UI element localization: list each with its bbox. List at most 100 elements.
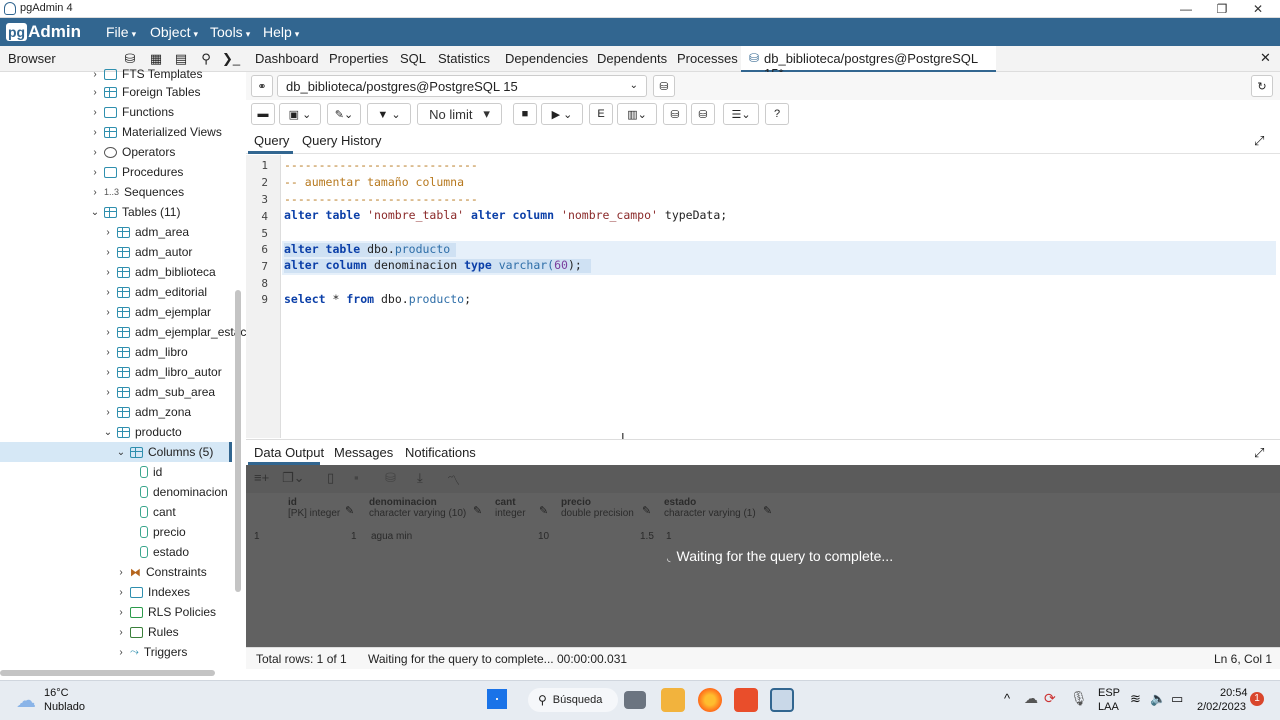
edit-pencil-icon[interactable]: ✎: [345, 504, 354, 517]
tree-item-functions[interactable]: › Functions: [88, 102, 174, 122]
tree-item-columns[interactable]: ⌄ Columns (5): [114, 442, 214, 462]
maximize-button[interactable]: ❐: [1204, 0, 1240, 18]
app-icon[interactable]: [734, 688, 758, 712]
sync-icon[interactable]: ⟳: [1044, 690, 1056, 707]
explain-icon[interactable]: E: [589, 103, 613, 125]
cell-estado[interactable]: 1: [666, 531, 672, 542]
tree-item-table[interactable]: › adm_libro: [101, 342, 187, 362]
tab-properties[interactable]: Properties: [329, 51, 388, 66]
delete-icon[interactable]: ▪: [354, 470, 359, 485]
pgadmin-taskbar-icon[interactable]: [770, 688, 794, 712]
tree-item-sequences[interactable]: › 1..3 Sequences: [88, 182, 184, 202]
onedrive-icon[interactable]: ☁: [1024, 690, 1038, 707]
tree-item-table[interactable]: › adm_biblioteca: [101, 262, 215, 282]
column-header-denominacion[interactable]: denominacion character varying (10): [369, 497, 466, 519]
volume-icon[interactable]: 🔈: [1150, 691, 1166, 707]
close-tab-icon[interactable]: ✕: [1260, 50, 1271, 66]
tree-item-table[interactable]: › adm_ejemplar_estac: [101, 322, 246, 342]
tab-processes[interactable]: Processes: [677, 51, 738, 66]
cell-id[interactable]: 1: [351, 531, 357, 542]
tree-item-rls-policies[interactable]: › RLS Policies: [114, 602, 216, 622]
tree-item-fts-templates[interactable]: › FTS Templates: [88, 64, 202, 84]
tree-item-column[interactable]: id: [138, 462, 162, 482]
tree-item-table-producto[interactable]: ⌄ producto: [101, 422, 182, 442]
code-line[interactable]: -- aumentar tamaño columna: [284, 175, 464, 189]
tab-dependents[interactable]: Dependents: [597, 51, 667, 66]
psql-terminal-icon[interactable]: ❯_: [221, 50, 241, 68]
cell-denominacion[interactable]: agua min: [371, 531, 412, 542]
edit-pencil-icon[interactable]: ✎: [539, 504, 548, 517]
code-line[interactable]: ----------------------------: [284, 192, 478, 206]
menu-file[interactable]: File ▾: [106, 24, 136, 40]
menu-object[interactable]: Object ▾: [150, 24, 198, 40]
menu-tools[interactable]: Tools ▾: [210, 24, 250, 40]
tree-item-constraints[interactable]: › ⧓ Constraints: [114, 562, 206, 582]
refresh-icon[interactable]: ↻: [1251, 75, 1273, 97]
tree-item-table[interactable]: › adm_sub_area: [101, 382, 215, 402]
connection-status-icon[interactable]: ⚭: [251, 75, 273, 97]
tree-item-foreign-tables[interactable]: › Foreign Tables: [88, 82, 200, 102]
row-limit-select[interactable]: No limit ▾: [417, 103, 502, 125]
tab-dependencies[interactable]: Dependencies: [505, 51, 588, 66]
battery-icon[interactable]: ▭: [1171, 691, 1183, 707]
cloud-weather-icon[interactable]: ☁: [16, 688, 36, 713]
window-close-button[interactable]: ✕: [1240, 0, 1276, 18]
notification-badge[interactable]: 1: [1250, 692, 1264, 706]
tree-item-table[interactable]: › adm_ejemplar: [101, 302, 211, 322]
tree-item-table[interactable]: › adm_area: [101, 222, 189, 242]
tree-item-indexes[interactable]: › Indexes: [114, 582, 190, 602]
firefox-icon[interactable]: [698, 688, 722, 712]
new-connection-icon[interactable]: ⛁: [653, 75, 675, 97]
tab-query-history[interactable]: Query History: [302, 133, 381, 148]
tree-item-column[interactable]: cant: [138, 502, 176, 522]
column-header-precio[interactable]: precio double precision: [561, 497, 634, 519]
tree-item-table[interactable]: › adm_libro_autor: [101, 362, 221, 382]
save-file-icon[interactable]: ▣ ⌄: [279, 103, 321, 125]
tree-horizontal-scrollbar[interactable]: [0, 670, 215, 676]
code-line[interactable]: alter table dbo.producto: [284, 242, 450, 256]
taskbar-search[interactable]: ⚲ Búsqueda: [528, 688, 618, 712]
save-data-icon[interactable]: ⛁: [385, 470, 396, 486]
open-file-icon[interactable]: ▬: [251, 103, 275, 125]
minimize-button[interactable]: —: [1168, 0, 1204, 18]
execute-icon[interactable]: ▶ ⌄: [541, 103, 583, 125]
clock-date[interactable]: 2/02/2023: [1197, 701, 1246, 713]
tab-query[interactable]: Query: [254, 133, 289, 148]
tab-notifications[interactable]: Notifications: [405, 445, 476, 460]
graph-icon[interactable]: 〽: [447, 470, 460, 489]
edit-pencil-icon[interactable]: ✎: [642, 504, 651, 517]
tree-item-column[interactable]: denominacion: [138, 482, 228, 502]
code-line[interactable]: ----------------------------: [284, 158, 478, 172]
code-line[interactable]: alter column denominacion type varchar(6…: [284, 258, 582, 272]
code-line[interactable]: select * from dbo.producto;: [284, 292, 471, 306]
chevron-up-icon[interactable]: ^: [1004, 691, 1010, 706]
tree-item-table[interactable]: › adm_zona: [101, 402, 191, 422]
cell-precio[interactable]: 1.5: [640, 531, 654, 542]
connection-select[interactable]: db_biblioteca/postgres@PostgreSQL 15 ⌄: [277, 75, 647, 97]
file-explorer-icon[interactable]: [661, 688, 685, 712]
tab-query-tool[interactable]: ⛁ db_biblioteca/postgres@PostgreSQL 15*: [741, 46, 996, 81]
tab-dashboard[interactable]: Dashboard: [255, 51, 319, 66]
explain-analyze-icon[interactable]: ▥⌄: [617, 103, 657, 125]
edit-pencil-icon[interactable]: ✎: [763, 504, 772, 517]
expand-icon[interactable]: ⤢: [1254, 133, 1264, 149]
tree-item-rules[interactable]: › Rules: [114, 622, 178, 642]
column-header-estado[interactable]: estado character varying (1): [664, 497, 756, 519]
tree-item-materialized-views[interactable]: › Materialized Views: [88, 122, 222, 142]
tree-item-operators[interactable]: › Operators: [88, 142, 175, 162]
commit-icon[interactable]: ⛁: [663, 103, 687, 125]
code-line[interactable]: alter table 'nombre_tabla' alter column …: [284, 208, 727, 222]
column-header-id[interactable]: id [PK] integer: [288, 497, 340, 519]
windows-start-icon[interactable]: [487, 689, 507, 709]
tab-data-output[interactable]: Data Output: [254, 445, 324, 460]
tab-messages[interactable]: Messages: [334, 445, 393, 460]
tree-item-table[interactable]: › adm_autor: [101, 242, 192, 262]
paste-icon[interactable]: ▯: [327, 470, 334, 486]
menu-help[interactable]: Help ▾: [263, 24, 299, 40]
edit-pencil-icon[interactable]: ✎: [473, 504, 482, 517]
tree-item-column[interactable]: precio: [138, 522, 186, 542]
macros-icon[interactable]: ☰⌄: [723, 103, 759, 125]
stop-icon[interactable]: ■: [513, 103, 537, 125]
keyboard-layout[interactable]: LAA: [1098, 701, 1119, 713]
copy-icon[interactable]: ❐⌄: [282, 470, 305, 486]
